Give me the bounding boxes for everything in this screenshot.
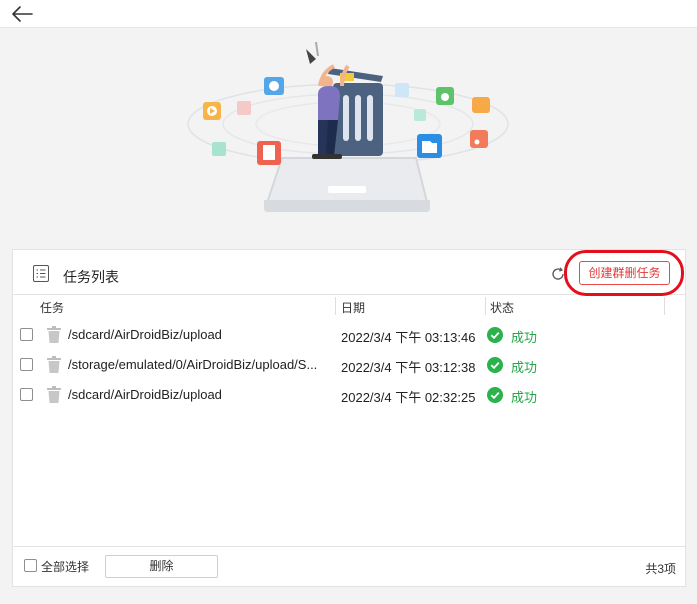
task-date: 2022/3/4 下午 03:12:38	[341, 360, 476, 375]
column-header-task[interactable]: 任务	[40, 299, 64, 316]
column-divider[interactable]	[664, 297, 665, 315]
row-checkbox[interactable]	[20, 328, 33, 341]
select-all-label[interactable]: 全部选择	[41, 558, 89, 575]
table-row[interactable]: /sdcard/AirDroidBiz/upload 2022/3/4 下午 0…	[13, 320, 685, 350]
success-check-icon	[487, 327, 503, 343]
task-path: /storage/emulated/0/AirDroidBiz/upload/S…	[68, 357, 318, 372]
task-list-panel: 任务列表 创建群删任务 任务 日期 状态 /sdcard/AirDroidBiz…	[12, 249, 686, 587]
table-row[interactable]: /storage/emulated/0/AirDroidBiz/upload/S…	[13, 350, 685, 380]
success-check-icon	[487, 387, 503, 403]
illustration-graphic	[187, 41, 509, 212]
table-row[interactable]: /sdcard/AirDroidBiz/upload 2022/3/4 下午 0…	[13, 380, 685, 410]
task-date: 2022/3/4 下午 02:32:25	[341, 390, 476, 405]
column-divider[interactable]	[485, 297, 486, 315]
delete-button[interactable]: 删除	[105, 555, 218, 578]
trash-icon	[47, 386, 61, 403]
column-header-date[interactable]: 日期	[341, 299, 365, 316]
task-status: 成功	[511, 330, 538, 345]
item-count: 共3项	[645, 562, 676, 576]
refresh-icon[interactable]	[551, 267, 565, 281]
select-all-checkbox[interactable]	[24, 559, 37, 572]
panel-header: 任务列表 创建群删任务	[13, 250, 685, 296]
trash-icon	[47, 356, 61, 373]
task-path: /sdcard/AirDroidBiz/upload	[68, 327, 222, 342]
panel-title: 任务列表	[63, 269, 119, 285]
task-path: /sdcard/AirDroidBiz/upload	[68, 387, 222, 402]
task-status: 成功	[511, 390, 538, 405]
trash-icon	[47, 326, 61, 343]
task-date: 2022/3/4 下午 03:13:46	[341, 330, 476, 345]
back-arrow-icon[interactable]	[11, 5, 33, 23]
top-bar	[0, 0, 697, 28]
create-batch-delete-task-button[interactable]: 创建群删任务	[579, 261, 670, 285]
table-header: 任务 日期 状态	[13, 296, 685, 318]
column-header-status[interactable]: 状态	[490, 299, 514, 316]
delete-illustration	[0, 28, 697, 242]
column-divider[interactable]	[335, 297, 336, 315]
task-status: 成功	[511, 360, 538, 375]
row-checkbox[interactable]	[20, 358, 33, 371]
list-icon	[33, 265, 49, 282]
row-checkbox[interactable]	[20, 388, 33, 401]
success-check-icon	[487, 357, 503, 373]
panel-footer: 全部选择 删除 共3项	[13, 546, 685, 586]
